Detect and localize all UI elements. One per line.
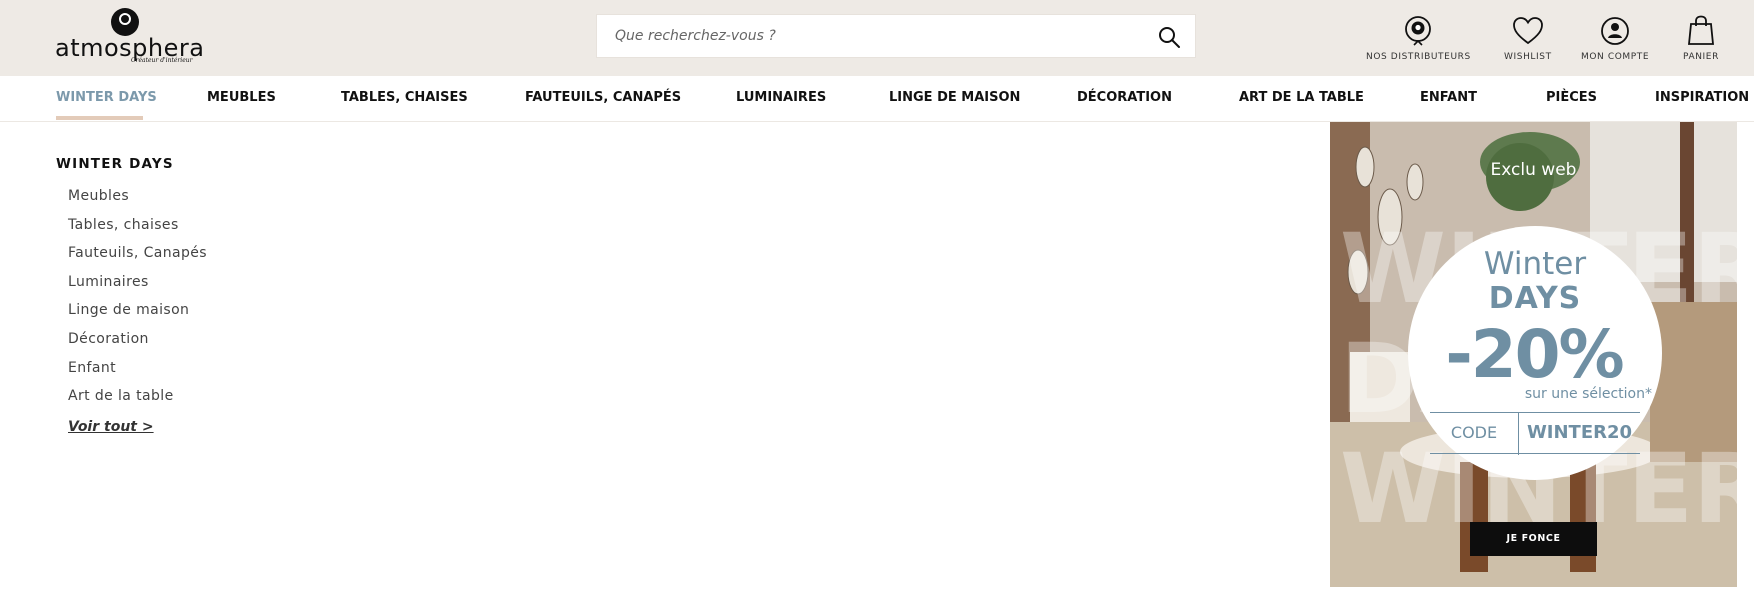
- promo-title-line2: DAYS: [1488, 281, 1582, 316]
- nav-item-tables-chaises[interactable]: TABLES, CHAISES: [341, 76, 468, 122]
- dropdown-list: Meubles Tables, chaises Fauteuils, Canap…: [68, 188, 207, 417]
- promo-code-box: CODE WINTER20: [1430, 412, 1640, 455]
- header-link-account[interactable]: MON COMPTE: [1581, 14, 1649, 62]
- header-link-label: NOS DISTRIBUTEURS: [1366, 52, 1471, 62]
- promo-title-line1: Winter: [1483, 246, 1587, 282]
- user-icon: [1601, 17, 1629, 45]
- header-bar: atmosphera Créateur d'intérieur NOS DIST…: [0, 0, 1754, 76]
- store-locator-icon: [1405, 16, 1432, 46]
- dropdown-item-linge-de-maison[interactable]: Linge de maison: [68, 302, 207, 331]
- dropdown-item-decoration[interactable]: Décoration: [68, 331, 207, 360]
- search-input[interactable]: [597, 15, 1137, 57]
- header-link-distributors[interactable]: NOS DISTRIBUTEURS: [1366, 14, 1471, 62]
- promo-code-label: CODE: [1450, 423, 1498, 442]
- dropdown-item-fauteuils-canapes[interactable]: Fauteuils, Canapés: [68, 245, 207, 274]
- nav-item-inspiration[interactable]: INSPIRATION: [1655, 76, 1749, 122]
- nav-item-meubles[interactable]: MEUBLES: [207, 76, 276, 122]
- dropdown-item-luminaires[interactable]: Luminaires: [68, 274, 207, 303]
- header-link-cart[interactable]: PANIER: [1683, 14, 1719, 62]
- promo-cta-button[interactable]: JE FONCE: [1470, 522, 1597, 556]
- promo-subtitle: sur une sélection*: [1524, 386, 1652, 402]
- header-link-wishlist[interactable]: WISHLIST: [1504, 14, 1552, 62]
- logo-mark: [111, 8, 139, 36]
- nav-item-pieces[interactable]: PIÈCES: [1546, 76, 1597, 122]
- nav-item-decoration[interactable]: DÉCORATION: [1077, 76, 1172, 122]
- main-nav: WINTER DAYS MEUBLES TABLES, CHAISES FAUT…: [0, 76, 1754, 122]
- nav-active-underline: [56, 116, 143, 120]
- nav-item-enfant[interactable]: ENFANT: [1420, 76, 1477, 122]
- dropdown-item-enfant[interactable]: Enfant: [68, 360, 207, 389]
- nav-item-art-de-la-table[interactable]: ART DE LA TABLE: [1239, 76, 1364, 122]
- nav-item-fauteuils-canapes[interactable]: FAUTEUILS, CANAPÉS: [525, 76, 681, 122]
- dropdown-item-meubles[interactable]: Meubles: [68, 188, 207, 217]
- see-all-link[interactable]: Voir tout >: [68, 419, 154, 435]
- heart-icon: [1512, 17, 1543, 45]
- promo-offer-circle: Winter DAYS -20% sur une sélection* CODE…: [1408, 226, 1662, 480]
- nav-item-luminaires[interactable]: LUMINAIRES: [736, 76, 826, 122]
- header-link-label: PANIER: [1683, 52, 1719, 62]
- logo-tagline: Créateur d'intérieur: [131, 57, 193, 64]
- search-bar: [596, 14, 1196, 58]
- nav-item-linge-de-maison[interactable]: LINGE DE MAISON: [889, 76, 1020, 122]
- dropdown-item-tables-chaises[interactable]: Tables, chaises: [68, 217, 207, 246]
- promo-discount: -20%: [1445, 316, 1624, 393]
- promo-badge: Exclu web: [1490, 160, 1577, 180]
- header-link-label: WISHLIST: [1504, 52, 1552, 62]
- header-link-label: MON COMPTE: [1581, 52, 1650, 62]
- shopping-bag-icon: [1687, 15, 1714, 45]
- dropdown-title[interactable]: WINTER DAYS: [56, 156, 174, 172]
- promo-banner[interactable]: WINTER DAYS WINTER Exclu web Winter DAYS…: [1330, 122, 1737, 587]
- logo[interactable]: atmosphera Créateur d'intérieur: [55, 6, 215, 66]
- dropdown-item-art-de-la-table[interactable]: Art de la table: [68, 388, 207, 417]
- search-icon[interactable]: [1157, 25, 1181, 49]
- promo-code-value: WINTER20: [1526, 422, 1633, 443]
